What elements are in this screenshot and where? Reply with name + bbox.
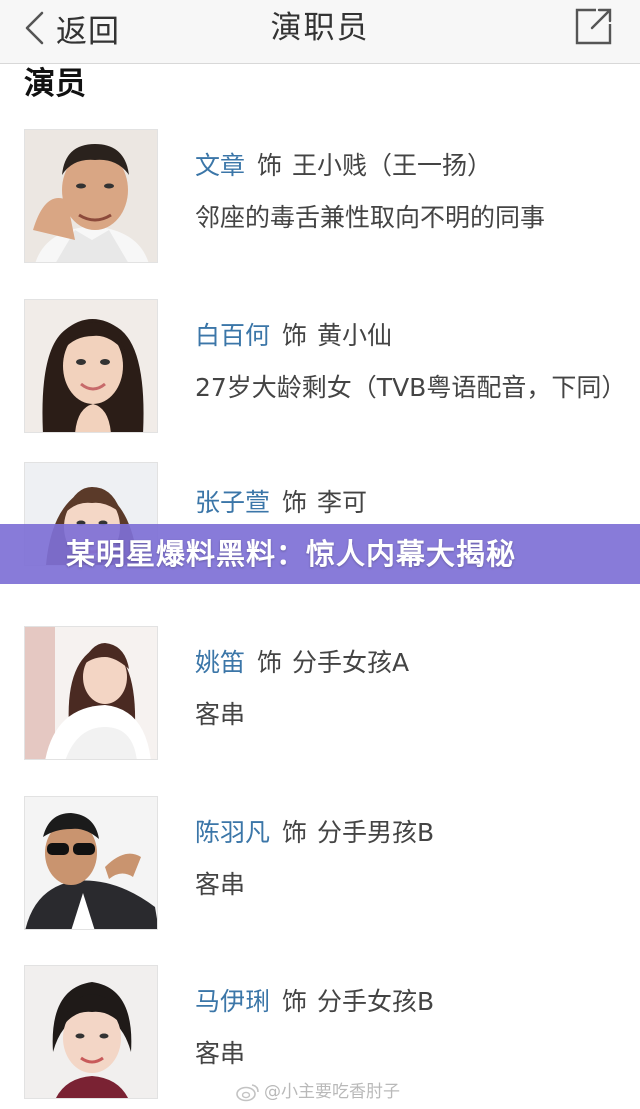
actor-name-link[interactable]: 陈羽凡 [195,818,270,847]
role-description: 27岁大龄剩女（TVB粤语配音，下同） [195,373,627,402]
actor-photo [24,965,158,1099]
cast-title-line: 姚笛饰分手女孩A [195,646,409,680]
actor-photo [24,626,158,760]
cast-list-item[interactable]: 文章饰王小贱（王一扬） 邻座的毒舌兼性取向不明的同事 [0,129,640,279]
actor-name-link[interactable]: 白百何 [195,321,270,350]
back-label: 返回 [56,13,120,50]
actor-name-link[interactable]: 张子萱 [195,488,270,517]
role-separator: 饰 [282,818,308,847]
actor-name-link[interactable]: 文章 [195,151,245,180]
role-separator: 饰 [257,648,283,677]
actor-photo [24,129,158,263]
role-name: 分手女孩A [292,648,410,677]
cast-section-title: 演员 [24,66,86,102]
cast-list-item[interactable]: 陈羽凡饰分手男孩B 客串 [0,796,640,946]
actor-name-link[interactable]: 姚笛 [195,648,245,677]
role-description: 客串 [195,1039,246,1068]
banner-text: 某明星爆料黑料：惊人内幕大揭秘 [66,537,517,571]
role-name: 王小贱（王一扬） [292,151,493,180]
share-button[interactable] [574,6,614,46]
role-description: 客串 [195,870,246,899]
weibo-icon [236,1084,259,1102]
role-name: 李可 [317,488,368,517]
role-separator: 饰 [257,151,283,180]
watermark-text: @小主要吃香肘子 [264,1082,400,1102]
navigation-bar: 返回 演职员 [0,0,640,64]
share-icon [575,8,612,45]
actor-photo [24,796,158,930]
cast-title-line: 文章饰王小贱（王一扬） [195,149,492,183]
cast-list-item[interactable]: 姚笛饰分手女孩A 客串 [0,626,640,776]
back-button[interactable]: 返回 [22,8,120,50]
cast-list-item[interactable]: 白百何饰黄小仙 27岁大龄剩女（TVB粤语配音，下同） [0,299,640,449]
chevron-left-icon [25,11,44,45]
cast-title-line: 马伊琍饰分手女孩B [195,985,434,1019]
weibo-watermark: @小主要吃香肘子 [236,1080,400,1104]
role-separator: 饰 [282,987,308,1016]
role-name: 分手女孩B [317,987,435,1016]
role-name: 黄小仙 [317,321,393,350]
headline-banner[interactable]: 某明星爆料黑料：惊人内幕大揭秘 [0,524,640,584]
role-description: 邻座的毒舌兼性取向不明的同事 [195,203,546,232]
role-description: 客串 [195,700,246,729]
actor-name-link[interactable]: 马伊琍 [195,987,270,1016]
cast-title-line: 陈羽凡饰分手男孩B [195,816,434,850]
role-separator: 饰 [282,488,308,517]
cast-title-line: 张子萱饰李可 [195,486,367,520]
cast-title-line: 白百何饰黄小仙 [195,319,392,353]
actor-photo [24,299,158,433]
role-separator: 饰 [282,321,308,350]
role-name: 分手男孩B [317,818,435,847]
